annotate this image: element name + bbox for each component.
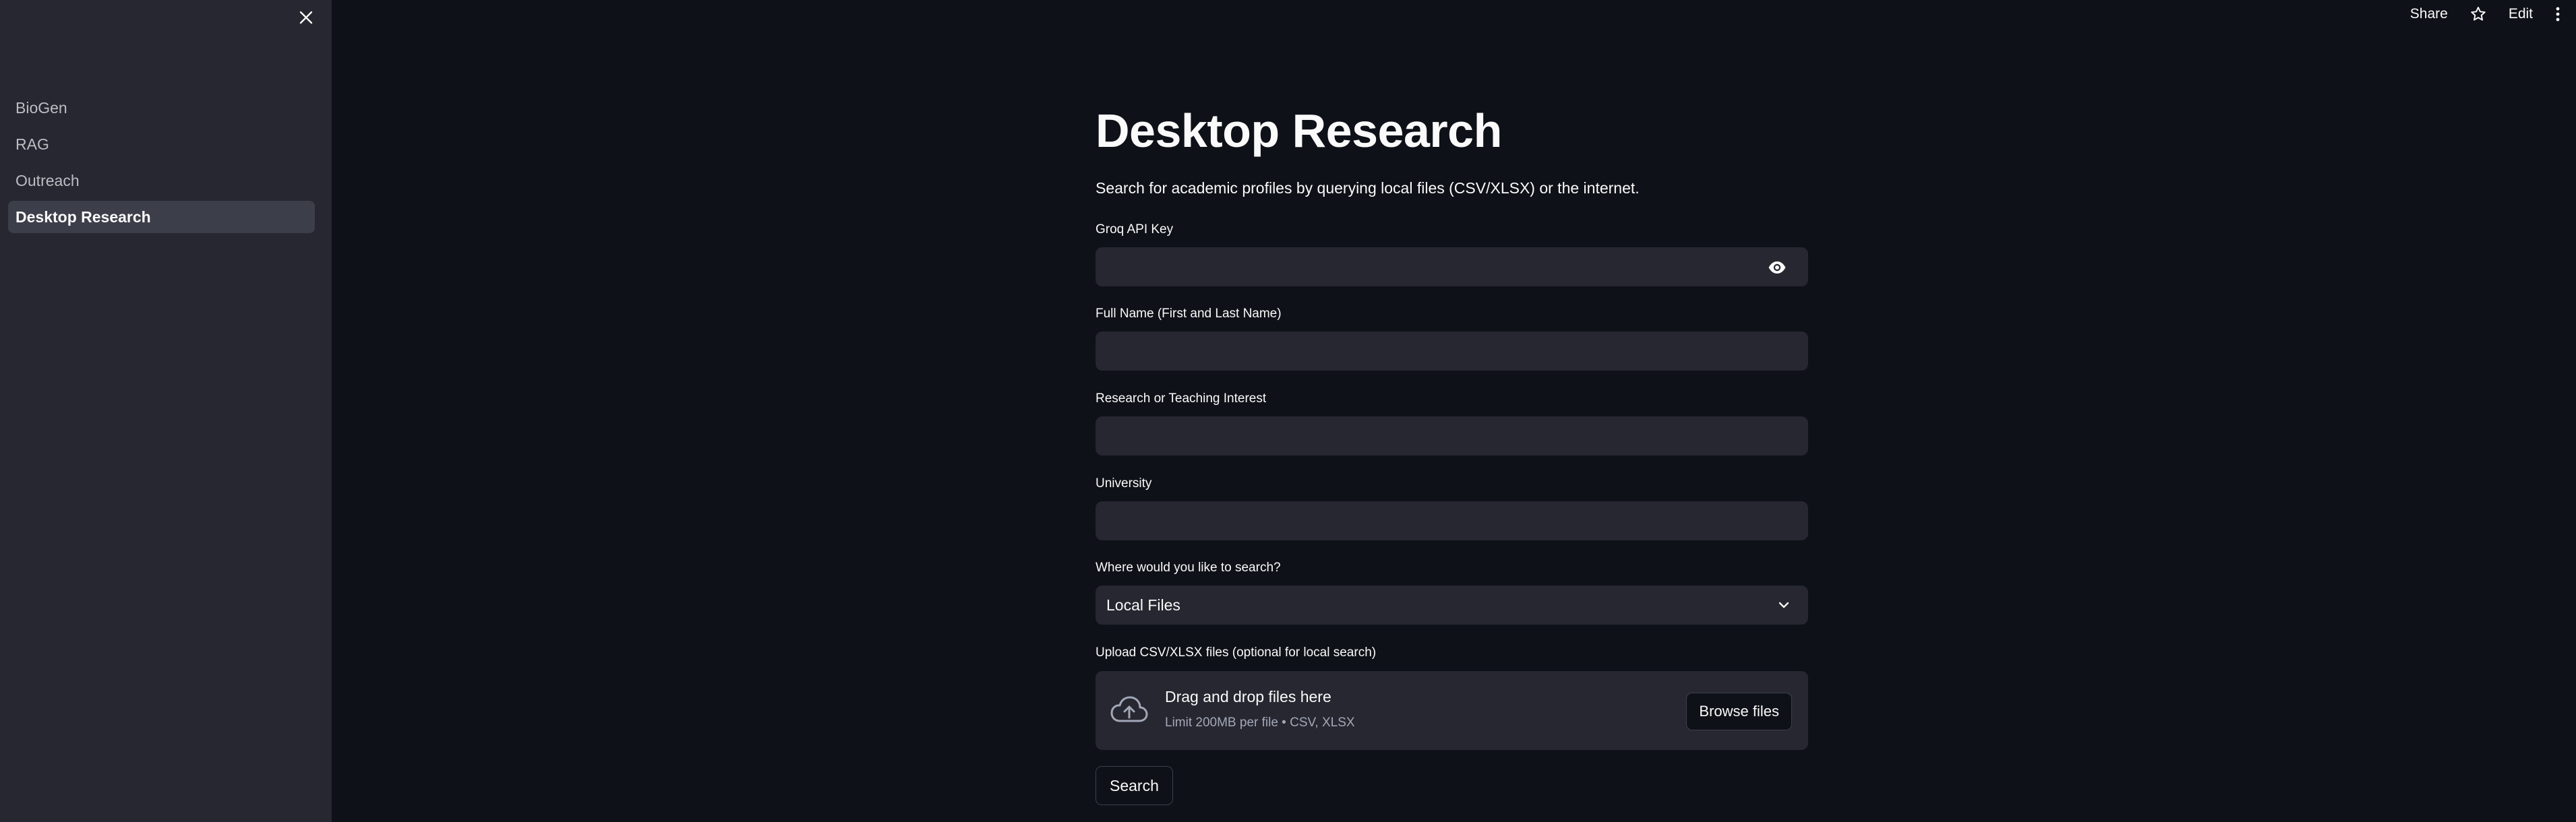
page-title: Desktop Research <box>1096 104 1502 157</box>
interest-field[interactable] <box>1096 416 1808 455</box>
sidebar-item-rag[interactable]: RAG <box>8 128 315 160</box>
sidebar-item-biogen[interactable]: BioGen <box>8 92 315 124</box>
kebab-menu-icon <box>2556 7 2560 22</box>
sidebar-item-desktop-research[interactable]: Desktop Research <box>8 201 315 233</box>
university-label: University <box>1096 476 1152 491</box>
sidebar-item-label: BioGen <box>16 98 67 117</box>
search-button[interactable]: Search <box>1096 766 1173 805</box>
page-caption: Search for academic profiles by querying… <box>1096 179 1640 197</box>
search-location-label: Where would you like to search? <box>1096 561 1281 575</box>
star-icon <box>2471 7 2486 21</box>
star-button[interactable] <box>2469 5 2487 23</box>
header-toolbar: Share Edit <box>2410 0 2561 28</box>
search-location-value: Local Files <box>1106 596 1180 614</box>
interest-input[interactable] <box>1096 417 1807 455</box>
dropzone-title: Drag and drop files here <box>1165 688 1331 705</box>
main-menu-button[interactable] <box>2554 5 2561 23</box>
toggle-password-visibility-button[interactable] <box>1767 257 1787 278</box>
search-location-select[interactable]: Local Files <box>1096 586 1808 625</box>
app-root: BioGen RAG Outreach Desktop Research Sha… <box>0 0 2576 822</box>
sidebar-nav: BioGen RAG Outreach Desktop Research <box>8 92 315 237</box>
interest-label: Research or Teaching Interest <box>1096 391 1267 406</box>
university-field[interactable] <box>1096 501 1808 540</box>
api-key-field[interactable] <box>1096 247 1808 286</box>
eye-icon <box>1768 261 1786 274</box>
api-key-input[interactable] <box>1096 248 1807 286</box>
full-name-field[interactable] <box>1096 331 1808 371</box>
edit-button[interactable]: Edit <box>2509 6 2533 22</box>
browse-files-button[interactable]: Browse files <box>1686 693 1792 730</box>
api-key-label: Groq API Key <box>1096 222 1174 236</box>
full-name-input[interactable] <box>1096 332 1807 370</box>
sidebar-item-label: RAG <box>16 135 49 153</box>
sidebar: BioGen RAG Outreach Desktop Research <box>0 0 332 822</box>
close-icon <box>299 11 313 24</box>
university-input[interactable] <box>1096 502 1807 540</box>
sidebar-item-outreach[interactable]: Outreach <box>8 164 315 197</box>
share-button[interactable]: Share <box>2410 6 2448 22</box>
cloud-upload-icon <box>1110 696 1148 722</box>
close-sidebar-button[interactable] <box>293 4 320 31</box>
chevron-down-icon <box>1778 602 1789 608</box>
full-name-label: Full Name (First and Last Name) <box>1096 307 1282 321</box>
sidebar-item-label: Desktop Research <box>16 208 151 226</box>
sidebar-item-label: Outreach <box>16 171 80 189</box>
file-dropzone[interactable]: Drag and drop files here Limit 200MB per… <box>1096 671 1808 750</box>
upload-label: Upload CSV/XLSX files (optional for loca… <box>1096 645 1377 660</box>
dropzone-limits: Limit 200MB per file • CSV, XLSX <box>1165 716 1355 730</box>
